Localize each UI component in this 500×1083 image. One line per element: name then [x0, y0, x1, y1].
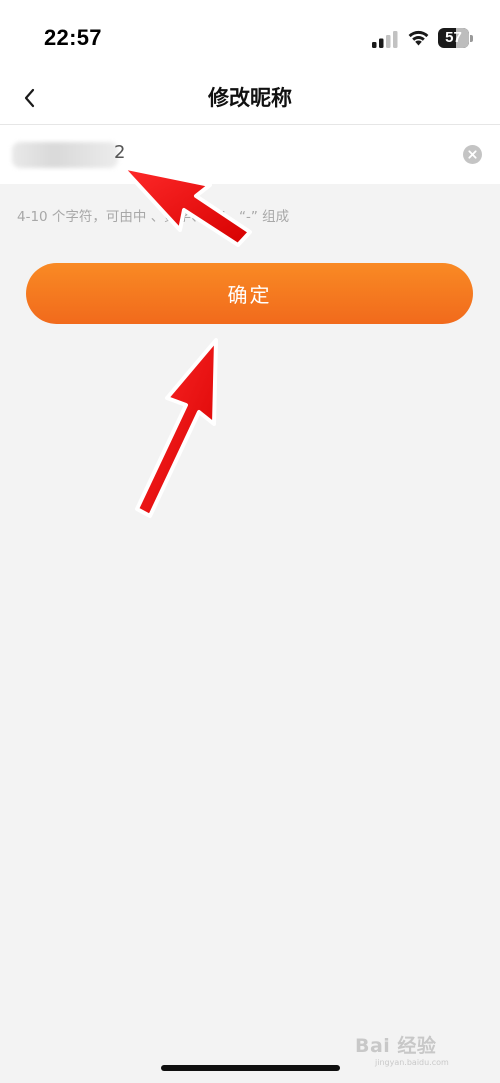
confirm-button[interactable]: 确定 — [26, 263, 473, 324]
clear-input-button[interactable] — [463, 145, 482, 164]
home-indicator[interactable] — [161, 1065, 340, 1071]
watermark-url: jingyan.baidu.com — [375, 1058, 449, 1067]
nickname-visible-text: 2 — [114, 142, 126, 163]
battery-icon: 57 — [438, 28, 474, 48]
nickname-rules-hint: 4-10 个字符，可由中 、数字、“_”、“-” 组成 — [17, 209, 290, 225]
nav-bar: 修改昵称 — [0, 72, 500, 125]
annotation-arrow-button — [135, 338, 218, 518]
page-title: 修改昵称 — [208, 86, 292, 110]
wifi-icon — [408, 30, 429, 46]
status-bar: 22:57 57 — [0, 0, 500, 72]
status-time: 22:57 — [44, 25, 102, 50]
clear-circle-icon — [468, 150, 477, 159]
blurred-nickname-mask — [12, 142, 118, 168]
baidu-jingyan-watermark: Bai 经验 — [355, 1034, 437, 1057]
battery-level: 57 — [445, 29, 462, 46]
nickname-input-row: 2 — [0, 125, 500, 184]
signal-bars-icon — [372, 31, 398, 48]
